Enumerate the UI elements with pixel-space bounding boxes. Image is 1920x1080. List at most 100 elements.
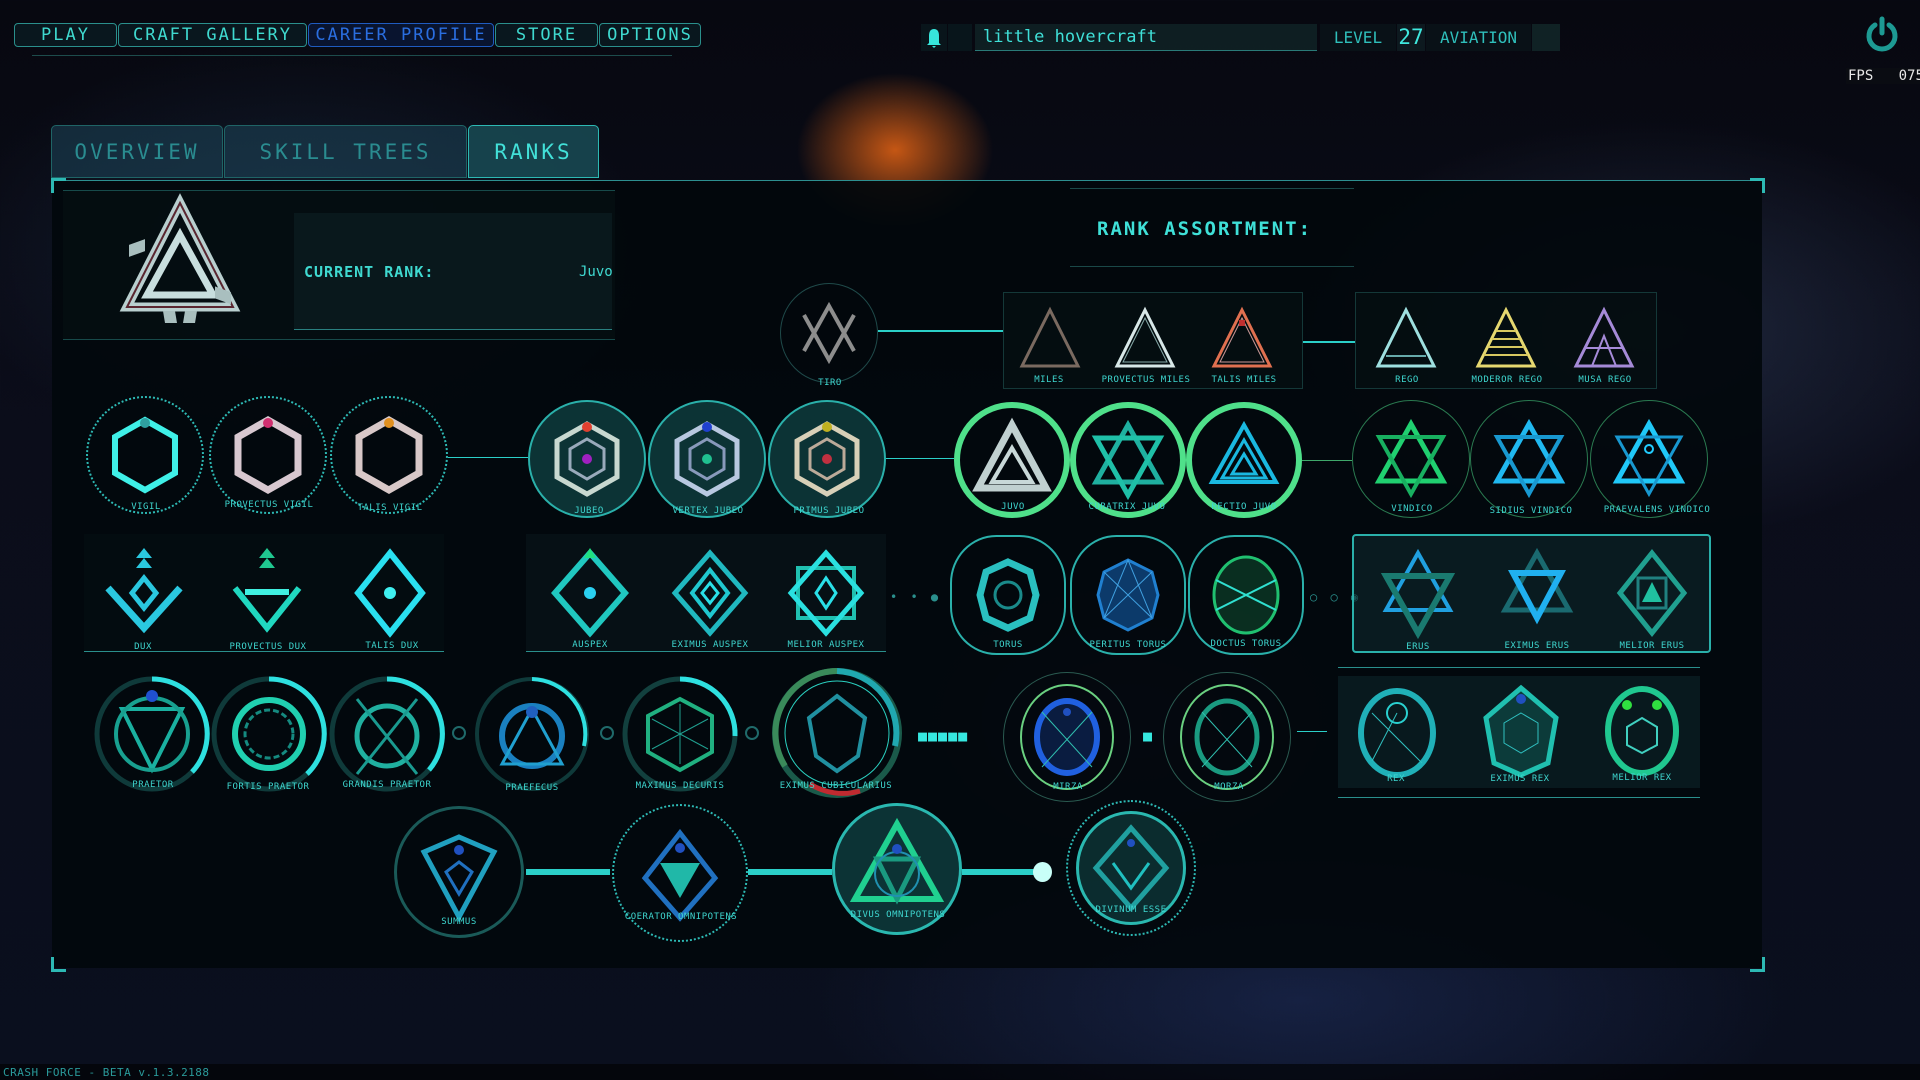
- rank-doctus-torus[interactable]: [1188, 535, 1304, 655]
- connector-dash: ■: [1143, 727, 1153, 745]
- rank-label: RECTIO JUVO: [1211, 502, 1277, 512]
- version-label: CRASH FORCE - BETA v.1.3.2188: [3, 1066, 210, 1079]
- rank-label: MORZA: [1214, 782, 1244, 792]
- class-label: AVIATION: [1426, 24, 1531, 51]
- rank-rex[interactable]: [1352, 683, 1442, 782]
- rank-label: TALIS DUX: [365, 641, 419, 651]
- footer-bar: [0, 1064, 1920, 1080]
- rank-label: FORTIS PRAETOR: [226, 782, 310, 792]
- rank-erus[interactable]: [1378, 548, 1458, 642]
- rank-label: MIRZA: [1053, 782, 1083, 792]
- rank-eximus-rex[interactable]: [1476, 683, 1566, 782]
- maximus-decuris-icon: [622, 676, 738, 792]
- fps-label: FPS: [1848, 68, 1874, 84]
- rank-label: PROVECTUS MILES: [1101, 375, 1191, 385]
- rank-label: VINDICO: [1391, 504, 1433, 514]
- rank-melior-rex[interactable]: [1597, 683, 1687, 782]
- rank-label: SIDIUS VINDICO: [1489, 506, 1573, 516]
- nav-career-profile-button[interactable]: CAREER PROFILE: [308, 23, 494, 47]
- rank-tiro[interactable]: [780, 283, 878, 383]
- rank-fortis-praetor[interactable]: [209, 674, 329, 798]
- eximus-rex-icon: [1483, 684, 1559, 778]
- melior-rex-icon: [1605, 686, 1679, 776]
- peritus-torus-icon: [1096, 558, 1160, 632]
- tab-skill-trees[interactable]: SKILL TREES: [224, 125, 467, 178]
- rank-peritus-torus[interactable]: [1070, 535, 1186, 655]
- praetor-icon: [94, 676, 210, 792]
- rank-connector: [1297, 731, 1327, 732]
- rank-jubeo[interactable]: [528, 400, 646, 518]
- tab-overview[interactable]: OVERVIEW: [51, 125, 223, 178]
- rank-eximus-erus[interactable]: [1497, 547, 1577, 642]
- talis-miles-icon: [1211, 306, 1273, 368]
- rank-sidius-vindico[interactable]: [1470, 400, 1588, 518]
- connector-node: [452, 726, 466, 740]
- rank-moderor-rego[interactable]: [1474, 306, 1538, 374]
- player-name: little hovercraft: [975, 24, 1317, 51]
- rank-talis-vigil[interactable]: [330, 396, 448, 514]
- rank-praefecus[interactable]: [472, 674, 592, 798]
- erus-icon: [1380, 548, 1456, 640]
- rank-divinum-esse-outer[interactable]: [1066, 800, 1196, 936]
- rank-rego[interactable]: [1374, 306, 1438, 374]
- rank-curatrix-juvo[interactable]: [1070, 402, 1186, 518]
- eximus-erus-icon: [1500, 547, 1574, 625]
- rank-dux[interactable]: [104, 548, 184, 642]
- rank-miles[interactable]: [1018, 306, 1082, 374]
- rank-label: PRIMUS JUBEO: [793, 506, 865, 516]
- nav-store-button[interactable]: STORE: [495, 23, 598, 47]
- primus-jubeo-icon: [794, 421, 860, 497]
- rank-rectio-juvo[interactable]: [1186, 402, 1302, 518]
- current-rank-label: CURRENT RANK:: [304, 263, 435, 281]
- rank-provectus-dux[interactable]: [227, 548, 307, 642]
- rank-vindico[interactable]: [1352, 400, 1470, 518]
- melior-erus-icon: [1616, 548, 1688, 638]
- rank-juvo[interactable]: [954, 402, 1070, 518]
- tab-ranks[interactable]: RANKS: [468, 125, 599, 178]
- rank-label: PRAETOR: [132, 780, 174, 790]
- curatrix-juvo-icon: [1091, 419, 1165, 501]
- rank-auspex[interactable]: [550, 548, 630, 642]
- rank-connector: [748, 869, 832, 875]
- rank-praevalens-vindico[interactable]: [1590, 400, 1708, 518]
- power-button[interactable]: [1864, 16, 1900, 52]
- nav-craft-gallery-button[interactable]: CRAFT GALLERY: [118, 23, 307, 47]
- rex-group-bottom-rule: [1338, 797, 1700, 798]
- nav-play-button[interactable]: PLAY: [14, 23, 117, 47]
- bell-icon: [927, 29, 941, 48]
- moderor-rego-icon: [1475, 306, 1537, 368]
- rank-talis-miles[interactable]: [1210, 306, 1274, 374]
- rank-eximus-auspex[interactable]: [670, 548, 750, 642]
- provectus-vigil-icon: [234, 415, 302, 495]
- rank-musa-rego[interactable]: [1572, 306, 1636, 374]
- juvo-emblem-icon: [119, 193, 241, 323]
- rank-label: TALIS MILES: [1211, 375, 1277, 385]
- panel-corner: [1750, 178, 1765, 193]
- rank-label: TORUS: [993, 640, 1023, 650]
- notification-button[interactable]: [921, 24, 947, 51]
- rank-provectus-vigil[interactable]: [209, 396, 327, 514]
- rank-label: SUMMUS: [441, 917, 477, 927]
- rank-label: REGO: [1395, 375, 1419, 385]
- rank-label: COERATOR OMNIPOTENS: [624, 912, 738, 922]
- rank-melior-auspex[interactable]: [786, 548, 866, 642]
- progress-node: [1033, 862, 1052, 882]
- rank-vigil[interactable]: [86, 396, 204, 514]
- rank-torus[interactable]: [950, 535, 1066, 655]
- nav-divider: [32, 55, 672, 56]
- auspex-icon: [551, 548, 629, 638]
- rank-maximus-decuris[interactable]: [620, 674, 740, 798]
- current-rank-value: Juvo: [579, 264, 613, 280]
- vindico-icon: [1374, 418, 1448, 499]
- rank-label: PRAEFECUS: [505, 783, 559, 793]
- connector-dashes: ■■■■■: [918, 727, 969, 745]
- mirza-icon: [1020, 684, 1114, 790]
- rank-provectus-miles[interactable]: [1113, 306, 1177, 374]
- rank-vertex-jubeo[interactable]: [648, 400, 766, 518]
- torus-icon: [976, 558, 1040, 632]
- nav-options-button[interactable]: OPTIONS: [599, 23, 701, 47]
- rank-primus-jubeo[interactable]: [768, 400, 886, 518]
- rank-melior-erus[interactable]: [1612, 548, 1692, 642]
- header-end-slot: [1532, 24, 1560, 51]
- rank-talis-dux[interactable]: [350, 548, 430, 642]
